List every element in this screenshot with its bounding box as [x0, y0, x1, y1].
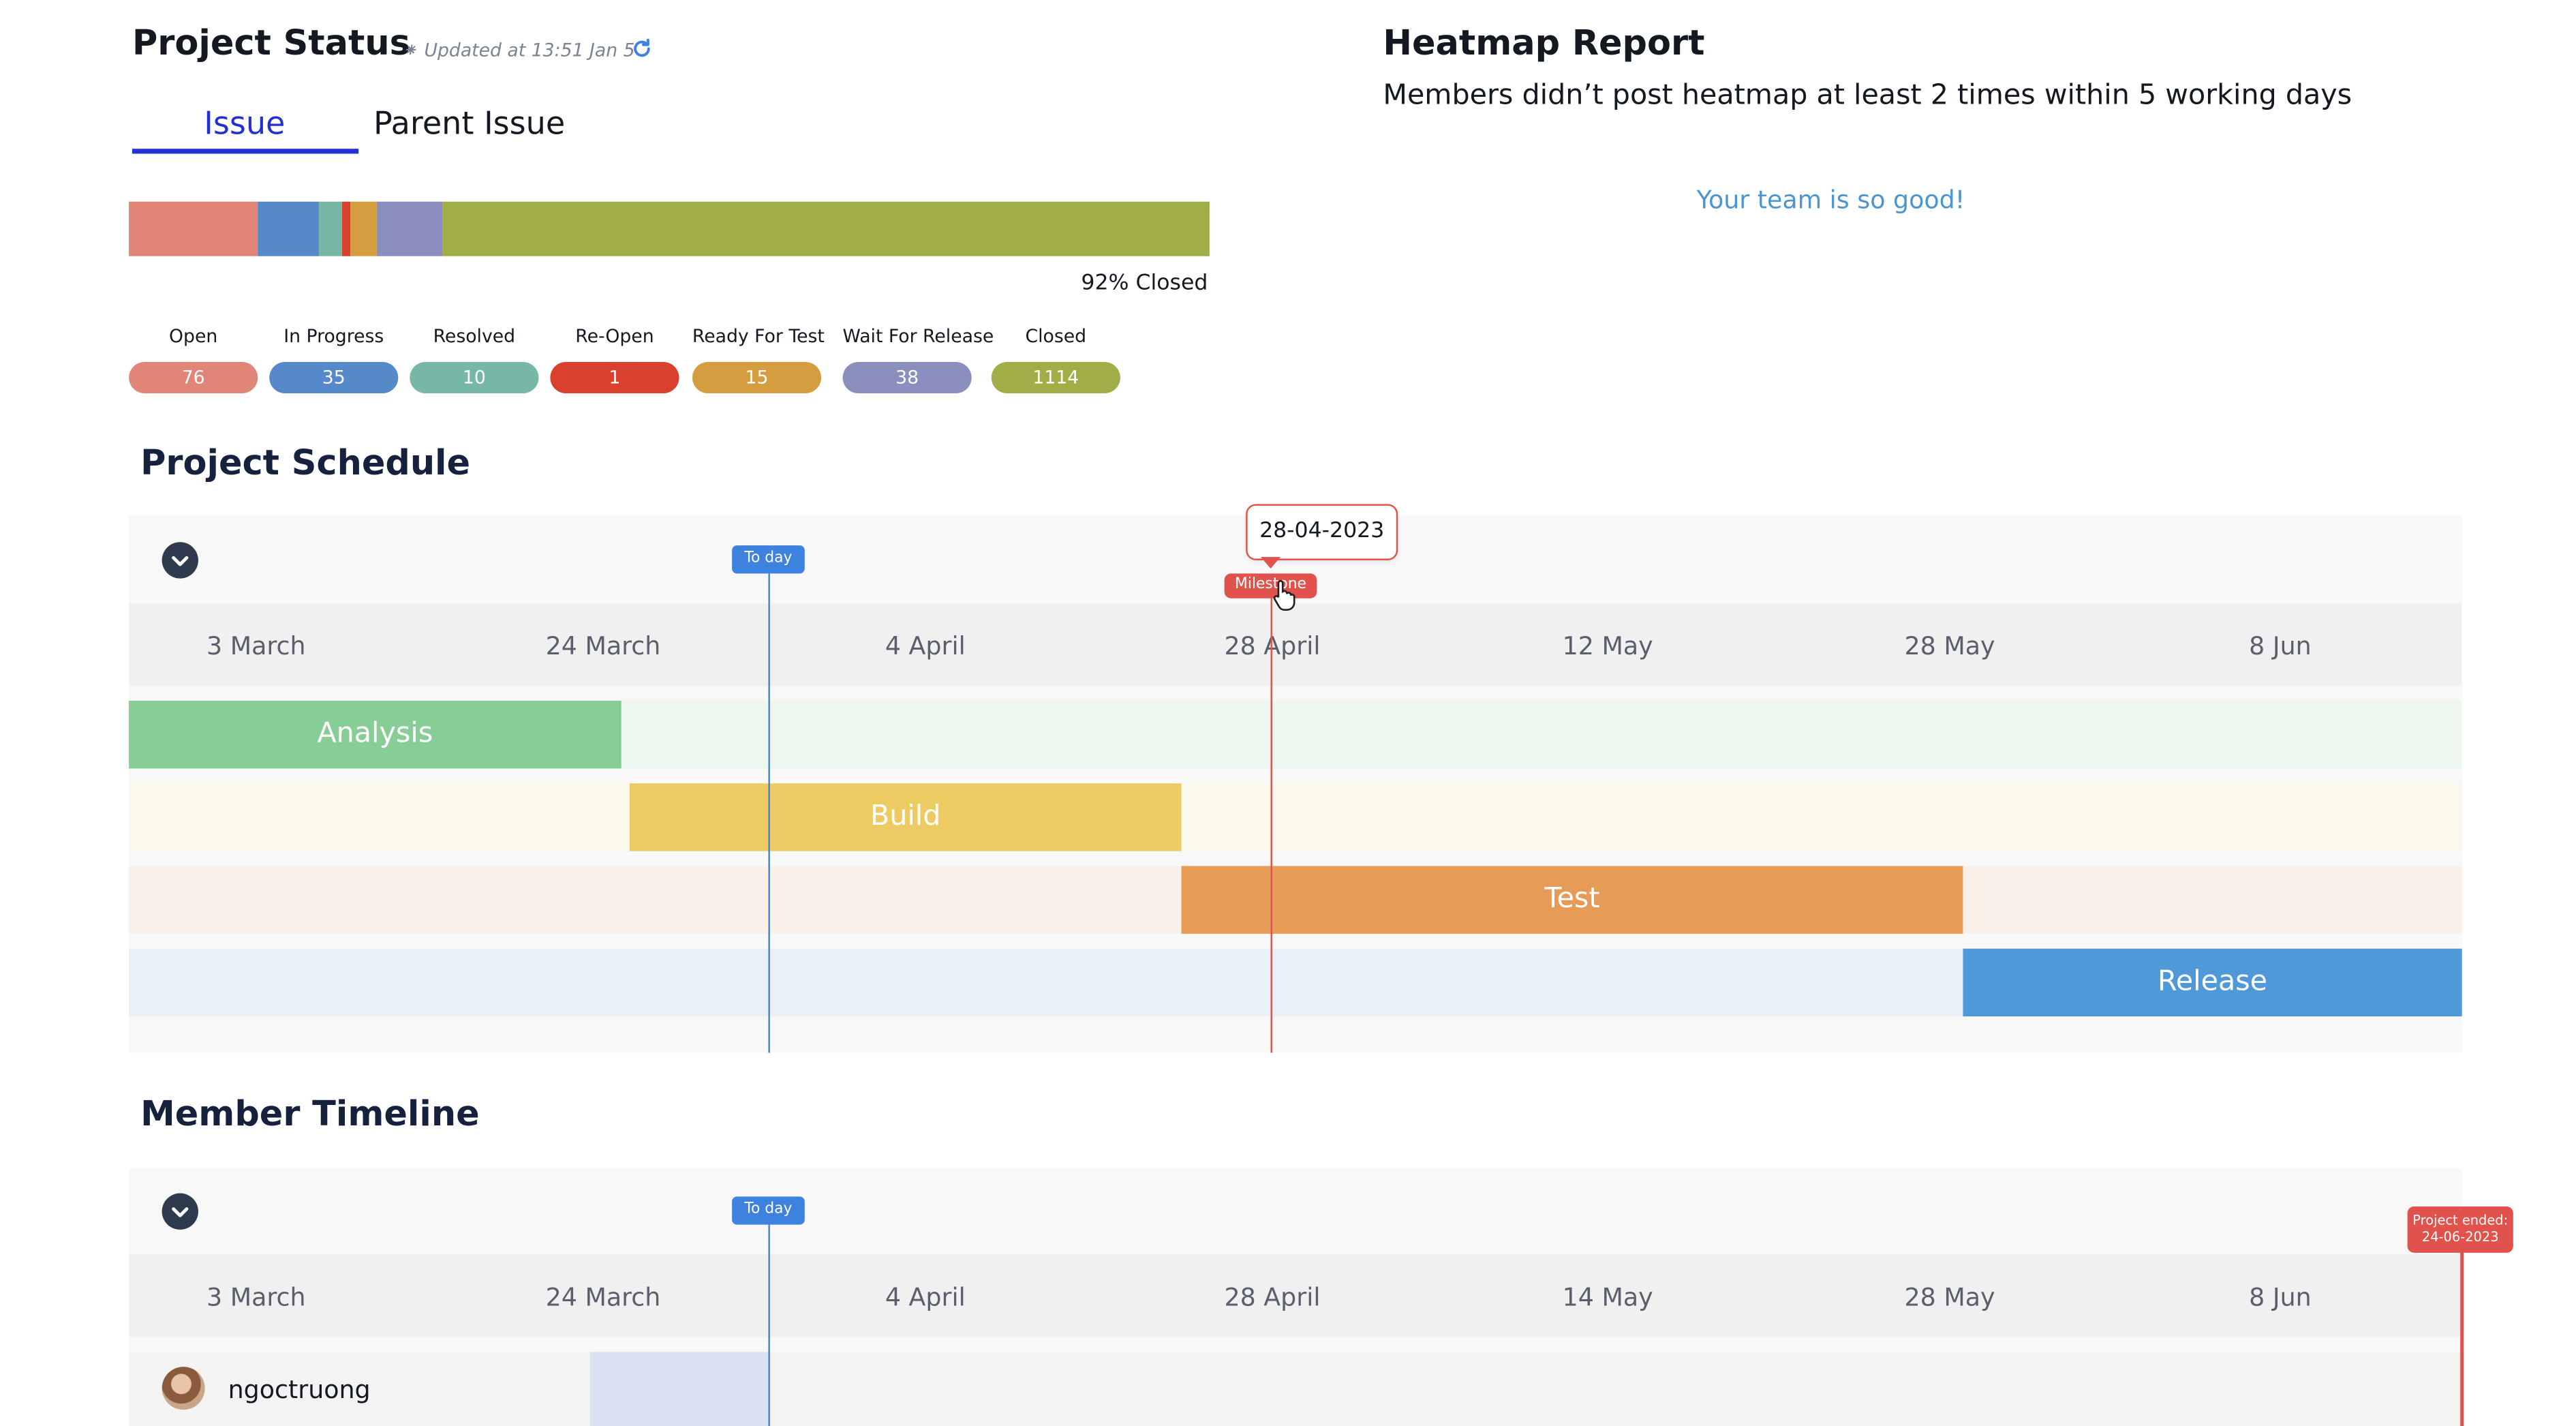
- project-ended-label: Project ended:: [2412, 1213, 2509, 1228]
- tab-issue[interactable]: Issue: [132, 106, 357, 142]
- chevron-down-icon: [172, 1207, 189, 1217]
- date-label: 4 April: [885, 631, 966, 661]
- refresh-icon[interactable]: [631, 38, 653, 60]
- today-badge: To day: [732, 1196, 805, 1225]
- status-segment-wait-for-release: [376, 201, 443, 256]
- phase-bar-analysis[interactable]: Analysis: [129, 701, 622, 769]
- phase-row-analysis: Analysis: [129, 701, 2462, 769]
- issue-status-bar: [129, 201, 1210, 256]
- project-end-line: [2460, 1251, 2464, 1426]
- project-schedule-title: Project Schedule: [140, 442, 471, 483]
- date-label: 28 May: [1904, 1282, 1995, 1313]
- date-label: 28 May: [1904, 631, 1995, 661]
- milestone-badge[interactable]: Milestone: [1224, 573, 1317, 598]
- today-line: [768, 573, 770, 1053]
- status-label: In Progress: [283, 325, 384, 348]
- member-name[interactable]: ngoctruong: [228, 1375, 371, 1405]
- status-label: Open: [169, 325, 218, 348]
- status-label: Ready For Test: [692, 325, 825, 348]
- status-legend-re-open[interactable]: Re-Open 1: [550, 325, 679, 394]
- status-legend-wait-for-release[interactable]: Wait For Release 38: [842, 325, 994, 394]
- status-label: Wait For Release: [842, 325, 994, 348]
- hand-cursor-icon: [1273, 579, 1295, 611]
- phase-row-test: Test: [129, 866, 2462, 934]
- tab-parent-issue[interactable]: Parent Issue: [373, 106, 565, 142]
- status-segment-in-progress: [258, 201, 319, 256]
- heatmap-subtitle: Members didn’t post heatmap at least 2 t…: [1383, 79, 2352, 112]
- active-tab-indicator: [132, 149, 359, 154]
- milestone-line: [1270, 598, 1272, 1053]
- date-label: 3 March: [206, 1282, 306, 1313]
- date-label: 4 April: [885, 1282, 966, 1313]
- phase-row-release: Release: [129, 948, 2462, 1017]
- status-segment-resolved: [318, 201, 342, 256]
- date-label: 12 May: [1562, 631, 1653, 661]
- date-label: 24 March: [545, 1282, 661, 1313]
- member-timeline-collapse-button[interactable]: [162, 1193, 198, 1230]
- phase-bar-build[interactable]: Build: [629, 783, 1182, 851]
- status-count-badge[interactable]: 76: [129, 361, 258, 394]
- heatmap-message: Your team is so good!: [1696, 185, 1965, 215]
- member-row: [129, 1352, 2462, 1426]
- phase-bar-release[interactable]: Release: [1963, 948, 2462, 1017]
- today-line: [768, 1224, 770, 1426]
- date-label: 28 April: [1224, 1282, 1321, 1313]
- status-label: Resolved: [433, 325, 516, 348]
- milestone-tooltip-tail: [1260, 557, 1281, 569]
- status-segment-open: [129, 201, 258, 256]
- status-legend-open[interactable]: Open 76: [129, 325, 258, 394]
- date-label: 24 March: [545, 631, 661, 661]
- status-count-badge[interactable]: 15: [692, 361, 822, 394]
- date-label: 8 Jun: [2249, 1282, 2312, 1313]
- heatmap-title: Heatmap Report: [1383, 22, 1705, 63]
- status-legend-ready-for-test[interactable]: Ready For Test 15: [692, 325, 825, 394]
- member-timeline-title: Member Timeline: [140, 1094, 480, 1134]
- phase-bar-test[interactable]: Test: [1181, 866, 1963, 934]
- member-timeline-date-header: 3 March 24 March 4 April 28 April 14 May 28 M…: [129, 1254, 2462, 1337]
- chevron-down-icon: [172, 556, 189, 566]
- phase-row-build: Build: [129, 783, 2462, 851]
- status-segment-closed: [442, 201, 1210, 256]
- status-legend-in-progress[interactable]: In Progress 35: [269, 325, 399, 394]
- milestone-tooltip: 28-04-2023: [1246, 504, 1398, 560]
- project-ended-badge: Project ended: 24-06-2023: [2407, 1206, 2513, 1253]
- status-segment-ready-for-test: [350, 201, 377, 256]
- project-status-title: Project Status: [132, 22, 410, 63]
- member-activity-bar[interactable]: [589, 1352, 769, 1426]
- closed-percentage: 92% Closed: [1081, 271, 1208, 297]
- status-legend-closed[interactable]: Closed 1114: [991, 325, 1120, 394]
- status-label: Closed: [1025, 325, 1087, 348]
- status-count-badge[interactable]: 1114: [991, 361, 1120, 394]
- schedule-date-header: 3 March 24 March 4 April 28 April 12 May 28 M…: [129, 603, 2462, 686]
- project-ended-date: 24-06-2023: [2421, 1229, 2499, 1245]
- last-updated-text: ⁕ Updated at 13:51 Jan 5: [403, 40, 635, 61]
- date-label: 3 March: [206, 631, 306, 661]
- schedule-collapse-button[interactable]: [162, 542, 198, 579]
- date-label: 14 May: [1562, 1282, 1653, 1313]
- today-badge: To day: [732, 545, 805, 574]
- status-count-badge[interactable]: 1: [550, 361, 679, 394]
- status-count-badge[interactable]: 38: [842, 361, 972, 394]
- status-segment-re-open: [341, 201, 351, 256]
- date-label: 8 Jun: [2249, 631, 2312, 661]
- status-label: Re-Open: [575, 325, 654, 348]
- status-count-badge[interactable]: 10: [410, 361, 539, 394]
- status-count-badge[interactable]: 35: [269, 361, 399, 394]
- avatar: [162, 1367, 205, 1410]
- status-legend-resolved[interactable]: Resolved 10: [410, 325, 539, 394]
